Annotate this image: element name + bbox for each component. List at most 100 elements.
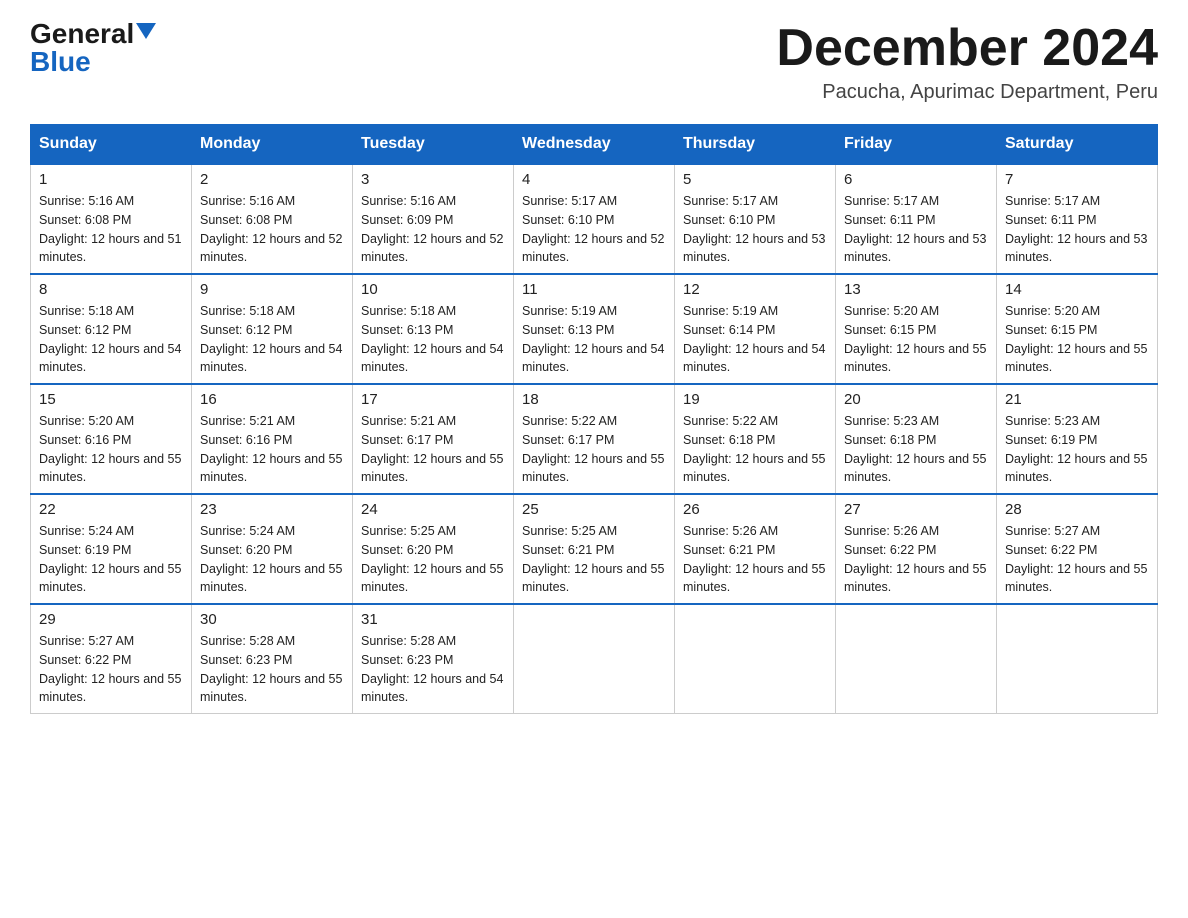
week-row-4: 22Sunrise: 5:24 AMSunset: 6:19 PMDayligh… xyxy=(31,494,1158,604)
day-number: 26 xyxy=(683,501,827,518)
day-number: 23 xyxy=(200,501,344,518)
logo-general-text: General xyxy=(30,20,134,48)
calendar-cell: 23 Sunrise: 5:24 AMSunset: 6:20 PMDayligh… xyxy=(192,494,353,604)
day-number: 2 xyxy=(200,171,344,188)
day-number: 7 xyxy=(1005,171,1149,188)
calendar-table: SundayMondayTuesdayWednesdayThursdayFrid… xyxy=(30,124,1158,714)
week-row-5: 29Sunrise: 5:27 AMSunset: 6:22 PMDayligh… xyxy=(31,604,1158,714)
month-title: December 2024 xyxy=(776,20,1158,77)
title-section: December 2024 Pacucha, Apurimac Departme… xyxy=(776,20,1158,104)
day-number: 1 xyxy=(39,171,183,188)
day-info: Sunrise: 5:18 AMSunset: 6:13 PMDaylight:… xyxy=(361,302,505,377)
day-number: 24 xyxy=(361,501,505,518)
calendar-cell xyxy=(675,604,836,714)
logo-triangle-icon xyxy=(136,23,156,39)
day-number: 28 xyxy=(1005,501,1149,518)
logo: General Blue xyxy=(30,20,156,76)
day-number: 8 xyxy=(39,281,183,298)
calendar-cell: 9Sunrise: 5:18 AMSunset: 6:12 PMDaylight… xyxy=(192,274,353,384)
day-number: 29 xyxy=(39,611,183,628)
calendar-cell: 26 Sunrise: 5:26 AMSunset: 6:21 PMDayligh… xyxy=(675,494,836,604)
day-header-monday: Monday xyxy=(192,125,353,165)
calendar-cell: 21Sunrise: 5:23 AMSunset: 6:19 PMDayligh… xyxy=(997,384,1158,494)
calendar-cell: 27 Sunrise: 5:26 AMSunset: 6:22 PMDayligh… xyxy=(836,494,997,604)
calendar-cell xyxy=(836,604,997,714)
calendar-cell: 11 Sunrise: 5:19 AMSunset: 6:13 PMDayligh… xyxy=(514,274,675,384)
calendar-cell: 6Sunrise: 5:17 AMSunset: 6:11 PMDaylight… xyxy=(836,164,997,274)
calendar-cell: 24Sunrise: 5:25 AMSunset: 6:20 PMDayligh… xyxy=(353,494,514,604)
day-info: Sunrise: 5:19 AMSunset: 6:14 PMDaylight:… xyxy=(683,302,827,377)
day-header-wednesday: Wednesday xyxy=(514,125,675,165)
day-info: Sunrise: 5:16 AMSunset: 6:08 PMDaylight:… xyxy=(200,192,344,267)
day-info: Sunrise: 5:17 AMSunset: 6:11 PMDaylight:… xyxy=(1005,192,1149,267)
calendar-cell: 22Sunrise: 5:24 AMSunset: 6:19 PMDayligh… xyxy=(31,494,192,604)
day-header-sunday: Sunday xyxy=(31,125,192,165)
day-header-saturday: Saturday xyxy=(997,125,1158,165)
day-number: 14 xyxy=(1005,281,1149,298)
day-info: Sunrise: 5:22 AMSunset: 6:17 PMDaylight:… xyxy=(522,412,666,487)
day-number: 11 xyxy=(522,281,666,298)
calendar-cell: 8 Sunrise: 5:18 AMSunset: 6:12 PMDaylight… xyxy=(31,274,192,384)
page-header: General Blue December 2024 Pacucha, Apur… xyxy=(30,20,1158,104)
day-info: Sunrise: 5:17 AMSunset: 6:10 PMDaylight:… xyxy=(683,192,827,267)
calendar-cell: 20Sunrise: 5:23 AMSunset: 6:18 PMDayligh… xyxy=(836,384,997,494)
day-number: 3 xyxy=(361,171,505,188)
day-info: Sunrise: 5:18 AMSunset: 6:12 PMDaylight:… xyxy=(39,302,183,377)
day-number: 16 xyxy=(200,391,344,408)
calendar-cell: 19 Sunrise: 5:22 AMSunset: 6:18 PMDayligh… xyxy=(675,384,836,494)
calendar-cell: 2 Sunrise: 5:16 AMSunset: 6:08 PMDaylight… xyxy=(192,164,353,274)
calendar-cell: 16 Sunrise: 5:21 AMSunset: 6:16 PMDayligh… xyxy=(192,384,353,494)
day-info: Sunrise: 5:21 AMSunset: 6:16 PMDaylight:… xyxy=(200,412,344,487)
day-info: Sunrise: 5:17 AMSunset: 6:10 PMDaylight:… xyxy=(522,192,666,267)
day-header-thursday: Thursday xyxy=(675,125,836,165)
day-info: Sunrise: 5:16 AMSunset: 6:09 PMDaylight:… xyxy=(361,192,505,267)
calendar-cell: 31 Sunrise: 5:28 AMSunset: 6:23 PMDayligh… xyxy=(353,604,514,714)
calendar-header-row: SundayMondayTuesdayWednesdayThursdayFrid… xyxy=(31,125,1158,165)
calendar-cell: 14 Sunrise: 5:20 AMSunset: 6:15 PMDayligh… xyxy=(997,274,1158,384)
day-info: Sunrise: 5:24 AMSunset: 6:19 PMDaylight:… xyxy=(39,522,183,597)
calendar-cell: 25Sunrise: 5:25 AMSunset: 6:21 PMDayligh… xyxy=(514,494,675,604)
day-number: 19 xyxy=(683,391,827,408)
day-number: 31 xyxy=(361,611,505,628)
day-number: 27 xyxy=(844,501,988,518)
day-info: Sunrise: 5:22 AMSunset: 6:18 PMDaylight:… xyxy=(683,412,827,487)
day-info: Sunrise: 5:28 AMSunset: 6:23 PMDaylight:… xyxy=(200,632,344,707)
day-number: 6 xyxy=(844,171,988,188)
day-number: 21 xyxy=(1005,391,1149,408)
day-info: Sunrise: 5:20 AMSunset: 6:15 PMDaylight:… xyxy=(1005,302,1149,377)
day-info: Sunrise: 5:20 AMSunset: 6:16 PMDaylight:… xyxy=(39,412,183,487)
day-number: 15 xyxy=(39,391,183,408)
calendar-cell: 18Sunrise: 5:22 AMSunset: 6:17 PMDayligh… xyxy=(514,384,675,494)
day-number: 10 xyxy=(361,281,505,298)
day-number: 17 xyxy=(361,391,505,408)
day-info: Sunrise: 5:26 AMSunset: 6:22 PMDaylight:… xyxy=(844,522,988,597)
calendar-cell: 3 Sunrise: 5:16 AMSunset: 6:09 PMDaylight… xyxy=(353,164,514,274)
day-info: Sunrise: 5:18 AMSunset: 6:12 PMDaylight:… xyxy=(200,302,344,377)
logo-blue-text: Blue xyxy=(30,46,91,77)
calendar-cell: 30 Sunrise: 5:28 AMSunset: 6:23 PMDayligh… xyxy=(192,604,353,714)
day-number: 30 xyxy=(200,611,344,628)
week-row-1: 1 Sunrise: 5:16 AMSunset: 6:08 PMDaylight… xyxy=(31,164,1158,274)
calendar-cell: 1Sunrise: 5:16 AMSunset: 6:08 PMDaylight… xyxy=(31,164,192,274)
calendar-cell: 29Sunrise: 5:27 AMSunset: 6:22 PMDayligh… xyxy=(31,604,192,714)
day-number: 25 xyxy=(522,501,666,518)
calendar-cell: 4 Sunrise: 5:17 AMSunset: 6:10 PMDaylight… xyxy=(514,164,675,274)
calendar-cell xyxy=(997,604,1158,714)
day-info: Sunrise: 5:21 AMSunset: 6:17 PMDaylight:… xyxy=(361,412,505,487)
calendar-cell: 28Sunrise: 5:27 AMSunset: 6:22 PMDayligh… xyxy=(997,494,1158,604)
day-header-tuesday: Tuesday xyxy=(353,125,514,165)
day-info: Sunrise: 5:28 AMSunset: 6:23 PMDaylight:… xyxy=(361,632,505,707)
day-info: Sunrise: 5:24 AMSunset: 6:20 PMDaylight:… xyxy=(200,522,344,597)
day-number: 5 xyxy=(683,171,827,188)
day-info: Sunrise: 5:26 AMSunset: 6:21 PMDaylight:… xyxy=(683,522,827,597)
day-info: Sunrise: 5:19 AMSunset: 6:13 PMDaylight:… xyxy=(522,302,666,377)
calendar-cell: 10 Sunrise: 5:18 AMSunset: 6:13 PMDayligh… xyxy=(353,274,514,384)
calendar-cell: 5 Sunrise: 5:17 AMSunset: 6:10 PMDaylight… xyxy=(675,164,836,274)
day-number: 12 xyxy=(683,281,827,298)
calendar-cell: 17 Sunrise: 5:21 AMSunset: 6:17 PMDayligh… xyxy=(353,384,514,494)
day-number: 4 xyxy=(522,171,666,188)
location-text: Pacucha, Apurimac Department, Peru xyxy=(776,81,1158,104)
calendar-cell: 15 Sunrise: 5:20 AMSunset: 6:16 PMDayligh… xyxy=(31,384,192,494)
day-number: 13 xyxy=(844,281,988,298)
calendar-cell: 7 Sunrise: 5:17 AMSunset: 6:11 PMDaylight… xyxy=(997,164,1158,274)
